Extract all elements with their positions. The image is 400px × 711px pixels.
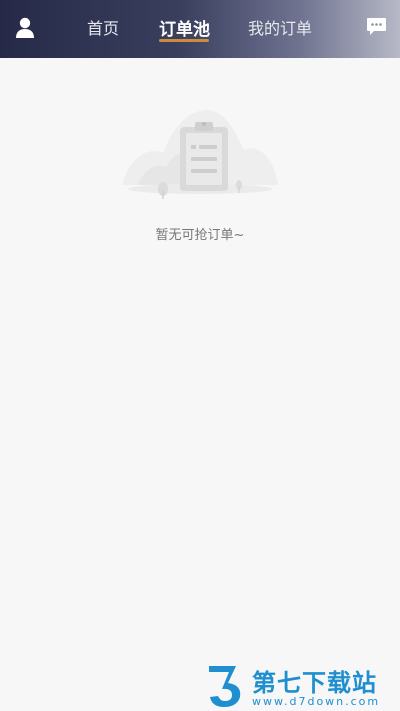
- active-tab-indicator: [159, 39, 209, 42]
- empty-message: 暂无可抢订单~: [155, 228, 245, 243]
- message-icon: [367, 18, 386, 35]
- empty-clipboard-icon: [122, 109, 278, 199]
- watermark: 第七下载站 www.d7down.com: [204, 663, 400, 711]
- watermark-url: www.d7down.com: [252, 695, 381, 708]
- d7-logo-icon: [209, 666, 241, 707]
- tab-home[interactable]: 首页: [87, 15, 119, 45]
- tab-my-orders[interactable]: 我的订单: [248, 15, 312, 45]
- watermark-brand: 第七下载站: [252, 669, 377, 697]
- top-bar: 首页 订单池 我的订单: [0, 0, 400, 58]
- tab-bar: 首页 订单池 我的订单: [0, 0, 400, 58]
- messages-button[interactable]: [366, 17, 387, 36]
- empty-state: 暂无可抢订单~: [0, 105, 400, 255]
